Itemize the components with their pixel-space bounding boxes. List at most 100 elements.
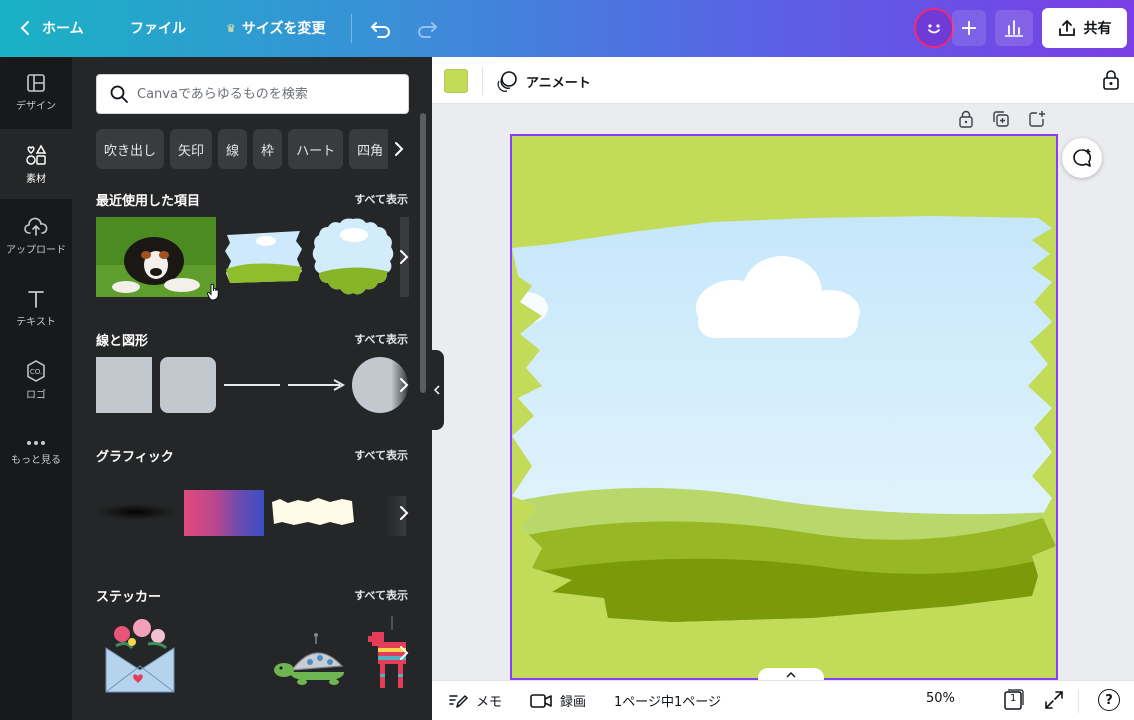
turtle-sticker (274, 633, 344, 685)
section-title-graphics: グラフィック (96, 450, 174, 465)
lock-icon (959, 110, 973, 128)
rail-item-label: テキスト (16, 316, 56, 328)
graphics-row (96, 482, 409, 544)
help-button[interactable]: ? (1098, 689, 1120, 711)
rail-item-text[interactable]: テキスト (0, 273, 72, 343)
chip-heart[interactable]: ハート (288, 129, 344, 169)
shape-arrow-line[interactable] (288, 377, 346, 393)
video-camera-icon (530, 693, 552, 708)
add-collaborator-button[interactable]: + (952, 10, 986, 46)
notes-button[interactable]: メモ (448, 691, 502, 710)
smile-face-icon (928, 24, 940, 34)
page-indicator[interactable]: 1ページ中1ページ (614, 691, 721, 710)
recent-next-button[interactable] (394, 237, 414, 277)
rail-item-label: もっと見る (11, 454, 61, 466)
left-nav-rail: デザイン 素材 アップロード テキスト CO. ロゴ もっと見る (0, 57, 72, 720)
stickers-next-button[interactable] (394, 633, 414, 673)
shapes-next-button[interactable] (394, 365, 414, 405)
file-label: ファイル (130, 21, 186, 37)
lock-button[interactable] (1102, 69, 1120, 95)
design-page[interactable] (510, 134, 1058, 680)
top-toolbar: ホーム ファイル ♛ サイズを変更 + 共有 (0, 0, 1134, 57)
add-page-button[interactable] (1028, 110, 1046, 130)
zoom-level[interactable]: 50% (926, 691, 955, 706)
see-all-stickers-link[interactable]: すべて表示 (354, 587, 408, 603)
share-button[interactable]: 共有 (1042, 8, 1127, 48)
shape-rounded-square[interactable] (160, 357, 216, 413)
duplicate-page-button[interactable] (992, 110, 1010, 130)
rail-item-elements[interactable]: 素材 (0, 129, 72, 199)
undo-button[interactable] (368, 16, 394, 42)
home-button[interactable]: ホーム (20, 17, 84, 39)
chip-arrow[interactable]: 矢印 (170, 129, 213, 169)
chip-frame[interactable]: 枠 (253, 129, 283, 169)
shape-line[interactable] (224, 384, 280, 386)
graphics-next-button[interactable] (394, 493, 414, 533)
rail-item-more[interactable]: もっと見る (0, 417, 72, 487)
stickers-row (96, 612, 409, 697)
page-lock-button[interactable] (958, 110, 974, 130)
fullscreen-button[interactable] (1044, 690, 1072, 710)
chevron-up-icon (786, 672, 796, 678)
chip-square[interactable]: 四角 (349, 129, 392, 169)
more-icon (27, 440, 45, 445)
section-title-stickers: ステッカー (96, 590, 162, 605)
page-count-number: 1 (1010, 693, 1017, 704)
section-title-recent: 最近使用した項目 (96, 194, 201, 209)
search-icon (110, 85, 128, 103)
chevron-left-icon (434, 385, 440, 395)
insights-button[interactable] (995, 10, 1033, 46)
sticker-turtle-ufo[interactable] (272, 630, 352, 686)
chips-next-button[interactable] (388, 129, 410, 169)
chevron-right-icon (395, 142, 404, 156)
resize-label: サイズを変更 (241, 21, 326, 37)
graphic-gradient[interactable] (184, 490, 264, 536)
see-all-graphics-link[interactable]: すべて表示 (354, 447, 408, 463)
user-avatar[interactable] (914, 8, 954, 48)
bottom-divider (1078, 689, 1079, 713)
chip-speech-bubble[interactable]: 吹き出し (96, 129, 165, 169)
resize-button[interactable]: ♛ サイズを変更 (226, 17, 325, 39)
graphic-shadow[interactable] (96, 502, 176, 522)
rail-item-uploads[interactable]: アップロード (0, 201, 72, 271)
color-swatch-button[interactable] (444, 69, 468, 93)
chevron-right-icon (400, 250, 409, 264)
lock-icon (1103, 70, 1119, 90)
recent-item-scallop-landscape[interactable] (312, 217, 394, 297)
search-box[interactable] (96, 74, 409, 114)
shape-square[interactable] (96, 357, 152, 413)
panel-scrollbar[interactable] (420, 113, 426, 393)
add-comment-button[interactable] (1062, 138, 1102, 178)
elements-panel: 吹き出し 矢印 線 枠 ハート 四角 最近使用した項目 すべて表示 (72, 57, 432, 720)
rail-item-design[interactable]: デザイン (0, 57, 72, 127)
record-button[interactable]: 録画 (530, 691, 586, 710)
collapse-panel-button[interactable] (430, 350, 444, 430)
graphic-torn-paper[interactable] (272, 498, 354, 526)
context-toolbar: アニメート (432, 57, 1134, 104)
page-grid-button[interactable]: 1 (1002, 689, 1032, 711)
flower-envelope-sticker (105, 619, 175, 693)
upload-share-icon (1058, 20, 1075, 36)
animate-button[interactable]: アニメート (496, 69, 591, 93)
search-input[interactable] (137, 86, 397, 102)
chevron-right-icon (400, 506, 409, 520)
animate-label: アニメート (526, 75, 591, 91)
redo-button[interactable] (414, 16, 440, 42)
sticker-flower-envelope[interactable] (102, 614, 178, 694)
rail-item-label: デザイン (16, 100, 56, 112)
recent-item-brush-landscape[interactable] (224, 229, 304, 285)
see-all-lines-shapes-link[interactable]: すべて表示 (354, 331, 408, 347)
recent-item-dog-photo[interactable] (96, 217, 216, 297)
svg-text:CO.: CO. (30, 368, 42, 376)
cursor-hand-icon (206, 283, 222, 305)
undo-icon (371, 22, 390, 38)
home-label: ホーム (42, 21, 84, 37)
file-menu-button[interactable]: ファイル (130, 17, 186, 39)
chip-line[interactable]: 線 (218, 129, 248, 169)
rail-item-logo[interactable]: CO. ロゴ (0, 345, 72, 415)
duplicate-icon (993, 111, 1009, 127)
logo-icon: CO. (27, 359, 45, 382)
layout-icon (27, 73, 45, 92)
see-all-recent-link[interactable]: すべて表示 (354, 191, 408, 207)
toolbar-divider (351, 14, 352, 43)
